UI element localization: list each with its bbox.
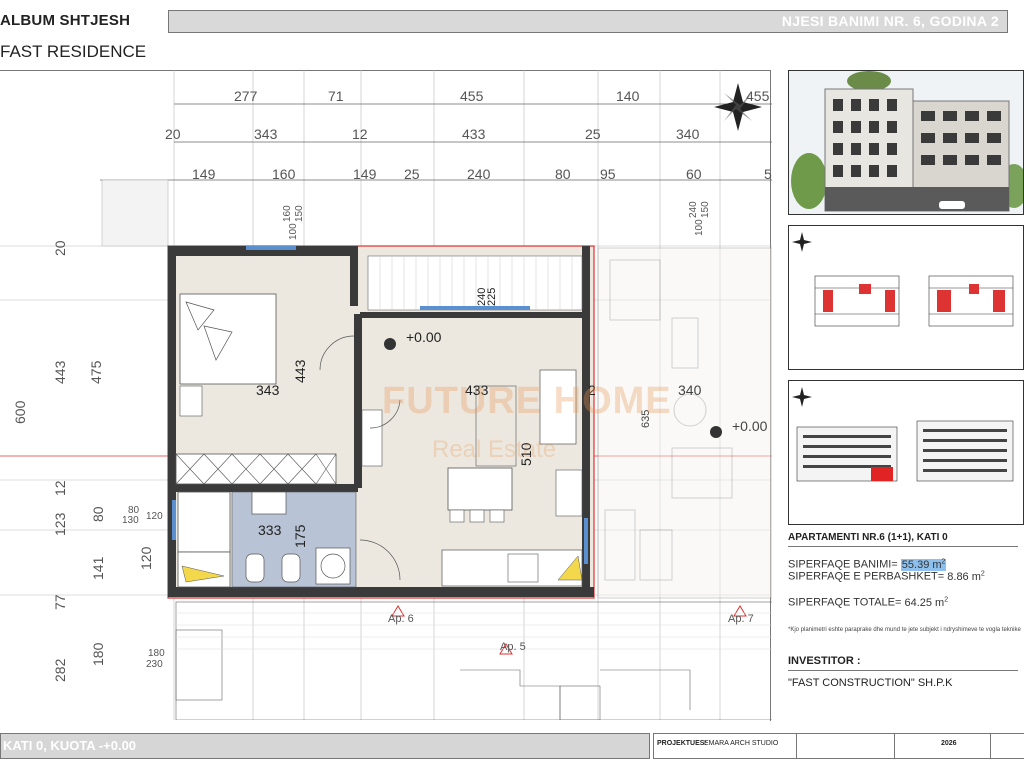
room-dim-175: 175 bbox=[292, 524, 308, 548]
dim-149-b: 149 bbox=[353, 166, 377, 182]
dim-123: 123 bbox=[52, 512, 68, 536]
room-dim-343: 343 bbox=[256, 382, 280, 398]
dim-80-left: 80 bbox=[90, 506, 106, 522]
section-thumbnail[interactable] bbox=[788, 380, 1024, 525]
area-living: SIPERFAQE BANIMI= 55.39 m2 bbox=[788, 558, 947, 571]
dim-5: 5 bbox=[764, 166, 772, 182]
unit-banner-text: NJESI BANIMI NR. 6, GODINA 2 bbox=[781, 13, 999, 29]
dim-240: 240 bbox=[467, 166, 491, 182]
dim-25-b: 25 bbox=[404, 166, 420, 182]
site-plan-image bbox=[792, 232, 1014, 327]
dim-95: 95 bbox=[600, 166, 616, 182]
investor-label: INVESTITOR : bbox=[788, 655, 861, 667]
dim-282: 282 bbox=[52, 658, 68, 682]
watermark-brand: FUTURE HOME bbox=[382, 380, 672, 422]
watermark-sub: Real Estate bbox=[432, 436, 557, 463]
apartment-label-7: Ap. 7 bbox=[728, 613, 754, 625]
project-name: FAST RESIDENCE bbox=[0, 42, 147, 61]
title-block: PROJEKTUES: EMARA ARCH STUDIO 2026 bbox=[653, 733, 1024, 759]
designer-label: PROJEKTUES: bbox=[657, 740, 707, 747]
area-total-exponent: 2 bbox=[944, 596, 949, 603]
dim-small-130: 130 bbox=[122, 515, 139, 526]
dim-71: 71 bbox=[328, 88, 344, 104]
area-living-value: 55.39 m2 bbox=[900, 558, 947, 571]
dim-340: 340 bbox=[676, 126, 700, 142]
dim-small-100: 100 bbox=[288, 223, 299, 240]
dim-455: 455 bbox=[460, 88, 484, 104]
investor-name: "FAST CONSTRUCTION" SH.P.K bbox=[788, 677, 953, 689]
section-image bbox=[792, 387, 1014, 482]
title-block-divider-3 bbox=[990, 734, 991, 758]
area-living-exponent: 2 bbox=[941, 558, 946, 565]
level-label-main: +0.00 bbox=[406, 329, 442, 345]
dim-433: 433 bbox=[462, 126, 486, 142]
title-block-divider-1 bbox=[796, 734, 797, 758]
room-dim-333: 333 bbox=[258, 522, 282, 538]
dim-small-180: 180 bbox=[148, 648, 165, 659]
area-total-number: 64.25 m bbox=[904, 596, 945, 609]
level-label-right: +0.00 bbox=[732, 418, 768, 434]
area-shared: SIPERFAQE E PERBASHKET= 8.86 m2 bbox=[788, 570, 985, 583]
apartment-title: APARTAMENTI NR.6 (1+1), KATI 0 bbox=[788, 532, 948, 543]
area-shared-value: 8.86 m2 bbox=[947, 570, 985, 583]
dim-80: 80 bbox=[555, 166, 571, 182]
area-living-label: SIPERFAQE BANIMI= bbox=[788, 558, 898, 571]
dim-77: 77 bbox=[52, 594, 68, 610]
area-shared-exponent: 2 bbox=[980, 570, 985, 577]
dim-160: 160 bbox=[272, 166, 296, 182]
dim-25: 25 bbox=[585, 126, 601, 142]
investor-divider bbox=[788, 670, 1018, 671]
project-year: 2026 bbox=[941, 740, 957, 747]
dim-149-a: 149 bbox=[192, 166, 216, 182]
dim-small-240: 240 bbox=[688, 201, 699, 218]
room-dim-340: 340 bbox=[678, 382, 702, 398]
dim-60: 60 bbox=[686, 166, 702, 182]
dim-small-160: 160 bbox=[282, 205, 293, 222]
area-shared-number: 8.86 m bbox=[947, 570, 981, 583]
title-block-divider-2 bbox=[894, 734, 895, 758]
area-shared-label: SIPERFAQE E PERBASHKET= bbox=[788, 570, 945, 583]
dim-600: 600 bbox=[12, 400, 28, 424]
apartment-label-6: Ap. 6 bbox=[388, 613, 414, 625]
area-total: SIPERFAQE TOTALE= 64.25 m2 bbox=[788, 596, 948, 609]
area-total-value: 64.25 m2 bbox=[904, 596, 949, 609]
dim-small-120: 120 bbox=[146, 511, 163, 522]
dim-343: 343 bbox=[254, 126, 278, 142]
dim-small-100-b: 100 bbox=[694, 219, 705, 236]
area-living-number: 55.39 m bbox=[901, 558, 942, 571]
site-plan-thumbnail[interactable] bbox=[788, 225, 1024, 370]
floor-banner: KATI 0, KUOTA -+0.00 bbox=[0, 733, 650, 759]
dim-20: 20 bbox=[165, 126, 181, 142]
dim-277: 277 bbox=[234, 88, 258, 104]
dim-small-230: 230 bbox=[146, 659, 163, 670]
dim-141: 141 bbox=[90, 556, 106, 580]
apartment-label-5: Ap. 5 bbox=[500, 641, 526, 653]
info-divider bbox=[788, 546, 1018, 547]
dim-small-150-b: 150 bbox=[700, 201, 711, 218]
designer-value: EMARA ARCH STUDIO bbox=[704, 740, 779, 747]
unit-banner: NJESI BANIMI NR. 6, GODINA 2 bbox=[168, 10, 1008, 33]
album-title: ALBUM SHTJESH bbox=[0, 12, 131, 29]
dim-20-left: 20 bbox=[52, 240, 68, 256]
dim-455-right: 455 bbox=[746, 88, 770, 104]
room-dim-443: 443 bbox=[292, 359, 308, 383]
plan-disclaimer: *Kjo planimetri eshte paraprake dhe mund… bbox=[788, 627, 1021, 633]
dim-475: 475 bbox=[88, 360, 104, 384]
dim-12: 12 bbox=[352, 126, 368, 142]
dim-12-left: 12 bbox=[52, 480, 68, 496]
dim-443-left: 443 bbox=[52, 360, 68, 384]
dim-120: 120 bbox=[138, 546, 154, 570]
dim-small-150: 150 bbox=[294, 205, 305, 222]
floor-label: KATI 0, KUOTA -+0.00 bbox=[3, 738, 137, 753]
building-render-image bbox=[789, 71, 1024, 214]
area-total-label: SIPERFAQE TOTALE= bbox=[788, 596, 902, 609]
dim-140: 140 bbox=[616, 88, 640, 104]
room-dim-225: 225 bbox=[486, 287, 498, 306]
building-render-thumbnail[interactable] bbox=[788, 70, 1024, 215]
dim-180: 180 bbox=[90, 642, 106, 666]
